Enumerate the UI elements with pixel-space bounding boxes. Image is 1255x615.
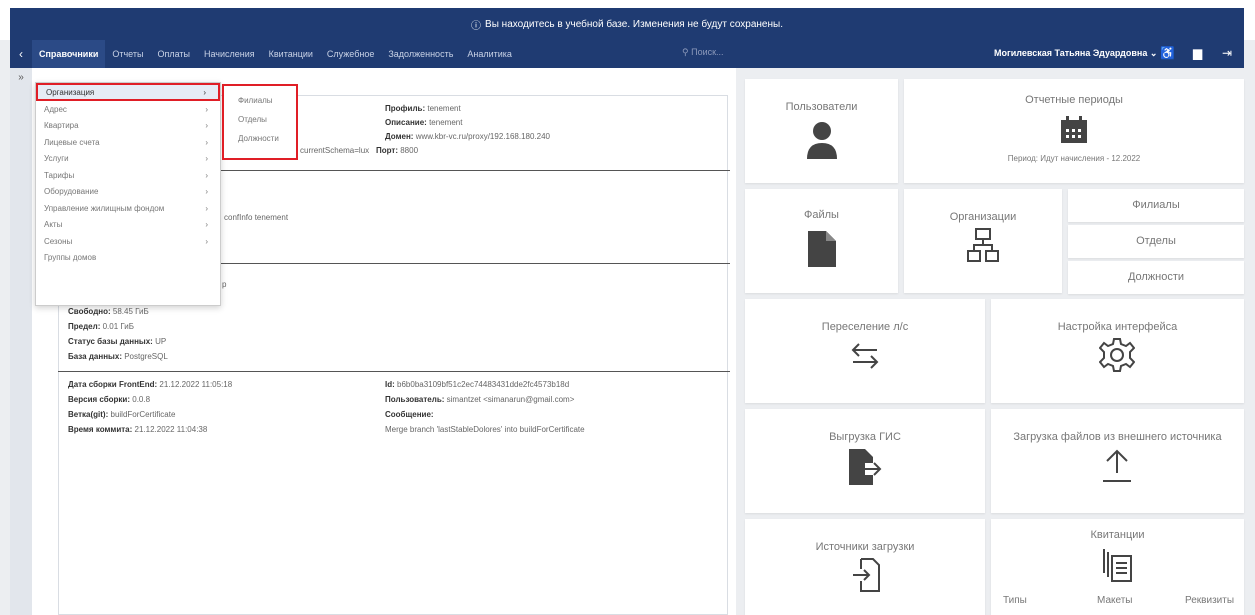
- notes-icon[interactable]: ▆: [1193, 46, 1202, 60]
- p-fragment: p: [222, 280, 227, 289]
- org-structure-icon: [967, 228, 999, 262]
- id-row: Id: b6b0ba3109bf51c2ec74483431dde2fc4573…: [385, 380, 570, 389]
- tile-sources[interactable]: Источники загрузки: [745, 519, 985, 615]
- chevron-right-icon: ›: [203, 87, 206, 97]
- file-export-icon: [849, 449, 882, 485]
- divider: [58, 371, 730, 372]
- info-banner: ⓘ Вы находитесь в учебной базе. Изменени…: [0, 0, 1255, 40]
- chevron-right-icon: ›: [205, 220, 208, 230]
- tile-interface[interactable]: Настройка интерфейса: [991, 299, 1244, 403]
- version-row: Версия сборки: 0.0.8: [68, 395, 151, 404]
- search-input[interactable]: ⚲ Поиск...: [682, 47, 724, 58]
- menu-item-apartment[interactable]: Квартира ›: [36, 118, 220, 135]
- accessibility-icon[interactable]: ♿: [1160, 46, 1175, 60]
- receipts-requisites-link[interactable]: Реквизиты: [1185, 595, 1234, 606]
- menu-item-equipment[interactable]: Оборудование ›: [36, 184, 220, 201]
- chevron-right-icon: ›: [205, 154, 208, 164]
- port-row: Порт: 8800: [376, 146, 419, 155]
- nav-item-charges[interactable]: Начисления: [197, 40, 262, 68]
- menu-item-services[interactable]: Услуги ›: [36, 151, 220, 168]
- menu-item-acts[interactable]: Акты ›: [36, 217, 220, 234]
- submenu-item-departments[interactable]: Отделы: [238, 115, 296, 134]
- menu-item-address[interactable]: Адрес ›: [36, 101, 220, 118]
- tile-users[interactable]: Пользователи: [745, 79, 898, 183]
- chevron-down-icon: ⌄: [1149, 48, 1158, 58]
- banner-text: Вы находитесь в учебной базе. Изменения …: [485, 18, 783, 30]
- search-icon: ⚲: [682, 47, 692, 57]
- menu-item-seasons[interactable]: Сезоны ›: [36, 233, 220, 250]
- gear-icon: [1099, 338, 1135, 372]
- tile-receipts[interactable]: Квитанции Типы Макеты Реквизиты: [991, 519, 1244, 615]
- message-value-row: Merge branch 'lastStableDolores' into bu…: [385, 425, 585, 434]
- spravochniki-dropdown: Организация › Адрес › Квартира › Лицевые сч…: [35, 82, 221, 306]
- receipts-layouts-link[interactable]: Макеты: [1097, 595, 1133, 606]
- user-icon: [807, 122, 837, 159]
- nav-item-payments[interactable]: Оплаты: [150, 40, 197, 68]
- description-row: Описание: tenement: [385, 118, 463, 127]
- domain-row: Домен: www.kbr-vc.ru/proxy/192.168.180.2…: [385, 132, 550, 141]
- user-menu[interactable]: Могилевская Татьяна Эдуардовна ⌄: [994, 48, 1157, 59]
- chevron-right-icon: ›: [205, 236, 208, 246]
- conf-fragment: confInfo tenement: [224, 213, 289, 222]
- chevron-right-icon: ›: [205, 137, 208, 147]
- calendar-icon: [1061, 116, 1087, 143]
- submenu-item-branches[interactable]: Филиалы: [238, 96, 296, 115]
- build-date-row: Дата сборки FrontEnd: 21.12.2022 11:05:1…: [68, 380, 233, 389]
- free-row: Свободно: 58.45 ГиБ: [68, 307, 149, 316]
- nav-item-reports[interactable]: Отчеты: [105, 40, 150, 68]
- tile-files[interactable]: Файлы: [745, 189, 898, 293]
- nav-item-debt[interactable]: Задолженность: [381, 40, 460, 68]
- db-status-row: Статус базы данных: UP: [68, 337, 167, 346]
- menu-item-organization[interactable]: Организация ›: [36, 83, 220, 101]
- nav-item-spravochniki[interactable]: Справочники: [32, 40, 106, 68]
- limit-row: Предел: 0.01 ГиБ: [68, 322, 134, 331]
- menu-item-housing[interactable]: Управление жилищным фондом ›: [36, 200, 220, 217]
- swap-arrows-icon: [851, 343, 879, 369]
- db-row: База данных: PostgreSQL: [68, 352, 168, 361]
- chevron-right-icon: ›: [205, 170, 208, 180]
- profile-row: Профиль: tenement: [385, 104, 461, 113]
- file-icon: [808, 231, 836, 267]
- tile-branches[interactable]: Филиалы: [1068, 189, 1244, 222]
- sidebar-expand-button[interactable]: »: [10, 68, 32, 615]
- submenu-item-positions[interactable]: Должности: [238, 134, 296, 153]
- chevron-right-icon: ›: [205, 203, 208, 213]
- branch-row: Ветка(git): buildForCertificate: [68, 410, 176, 419]
- message-label-row: Сообщение:: [385, 410, 434, 419]
- organization-submenu: Филиалы Отделы Должности: [222, 84, 298, 160]
- upload-icon: [1103, 449, 1131, 482]
- user-row: Пользователь: simantzet <simanarun@gmail…: [385, 395, 575, 404]
- documents-icon: [1103, 549, 1132, 582]
- tile-periods[interactable]: Отчетные периоды Период: Идут начисления…: [904, 79, 1244, 183]
- menu-item-house-groups[interactable]: Группы домов: [36, 250, 220, 267]
- nav-item-analytics[interactable]: Аналитика: [460, 40, 519, 68]
- tile-gis[interactable]: Выгрузка ГИС: [745, 409, 985, 513]
- nav-item-receipts[interactable]: Квитанции: [262, 40, 320, 68]
- info-icon: ⓘ: [471, 20, 482, 32]
- menu-item-accounts[interactable]: Лицевые счета ›: [36, 134, 220, 151]
- chevron-right-icon: ›: [205, 187, 208, 197]
- tile-positions[interactable]: Должности: [1068, 261, 1244, 294]
- menu-item-tariffs[interactable]: Тарифы ›: [36, 167, 220, 184]
- tile-resettle[interactable]: Переселение л/с: [745, 299, 985, 403]
- back-chevron-icon[interactable]: ‹: [10, 47, 32, 61]
- tile-departments[interactable]: Отделы: [1068, 225, 1244, 258]
- schema-fragment: currentSchema=lux: [300, 146, 370, 155]
- top-nav: ‹ Справочники Отчеты Оплаты Начисления К…: [10, 40, 1244, 68]
- logout-icon[interactable]: ⇥: [1222, 46, 1232, 60]
- chevron-right-icon: ›: [205, 104, 208, 114]
- tile-organizations[interactable]: Организации: [904, 189, 1062, 293]
- receipts-types-link[interactable]: Типы: [1003, 595, 1027, 606]
- commit-time-row: Время коммита: 21.12.2022 11:04:38: [68, 425, 208, 434]
- nav-item-service[interactable]: Служебное: [320, 40, 381, 68]
- file-import-icon: [853, 558, 880, 592]
- tile-external-upload[interactable]: Загрузка файлов из внешнего источника: [991, 409, 1244, 513]
- chevron-right-icon: ›: [205, 121, 208, 131]
